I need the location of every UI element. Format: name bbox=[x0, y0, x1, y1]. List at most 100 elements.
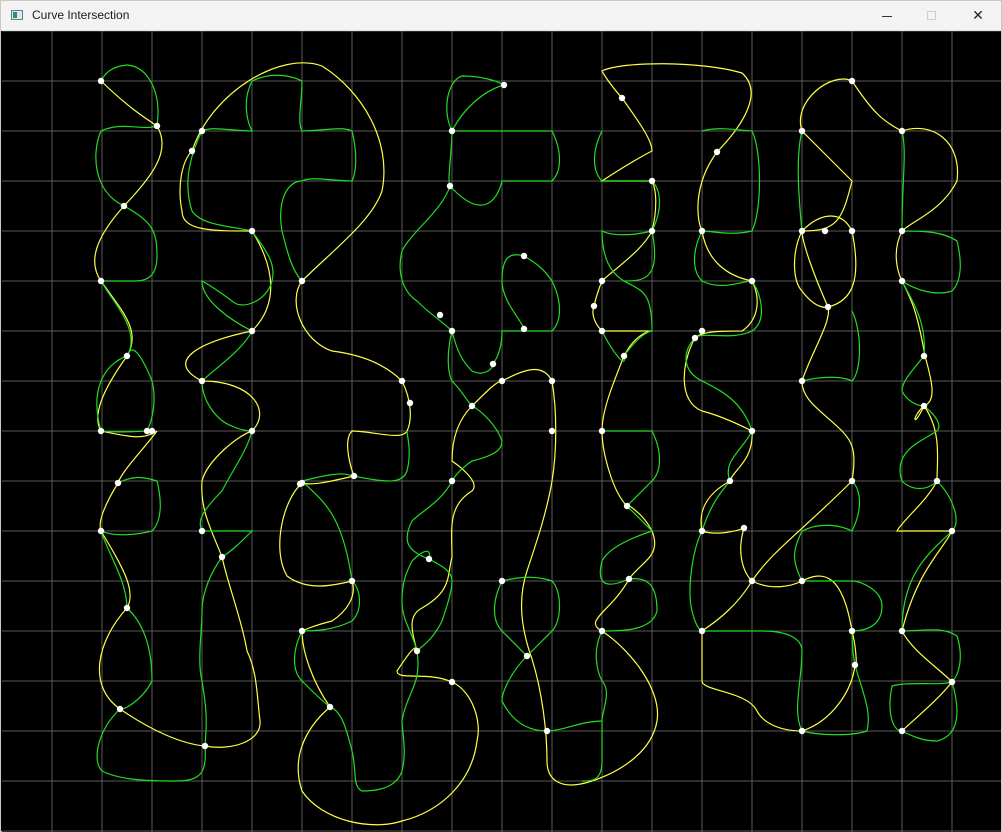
intersection-point bbox=[618, 94, 626, 102]
minimize-icon bbox=[882, 16, 892, 17]
intersection-point bbox=[198, 527, 206, 535]
intersection-point bbox=[201, 742, 209, 750]
intersection-point bbox=[920, 352, 928, 360]
intersection-point bbox=[798, 127, 806, 135]
intersection-point bbox=[898, 127, 906, 135]
intersection-point bbox=[848, 227, 856, 235]
intersection-point bbox=[848, 77, 856, 85]
curve-b bbox=[95, 64, 961, 792]
intersection-point bbox=[97, 77, 105, 85]
intersection-points bbox=[97, 77, 956, 750]
intersection-point bbox=[821, 227, 829, 235]
intersection-point bbox=[448, 678, 456, 686]
intersection-point bbox=[598, 327, 606, 335]
intersection-point bbox=[698, 227, 706, 235]
close-button[interactable]: ✕ bbox=[955, 1, 1001, 31]
curve-a bbox=[94, 62, 959, 826]
app-window: Curve Intersection ✕ bbox=[0, 0, 1002, 832]
intersection-point bbox=[798, 577, 806, 585]
intersection-point bbox=[498, 577, 506, 585]
intersection-point bbox=[798, 227, 806, 235]
intersection-point bbox=[188, 147, 196, 155]
intersection-point bbox=[698, 527, 706, 535]
intersection-point bbox=[698, 327, 706, 335]
intersection-point bbox=[97, 527, 105, 535]
intersection-point bbox=[620, 352, 628, 360]
intersection-point bbox=[598, 277, 606, 285]
window-title: Curve Intersection bbox=[32, 8, 130, 22]
intersection-point bbox=[123, 604, 131, 612]
intersection-point bbox=[97, 277, 105, 285]
intersection-point bbox=[97, 427, 105, 435]
intersection-point bbox=[326, 703, 334, 711]
maximize-button[interactable] bbox=[909, 1, 955, 31]
intersection-point bbox=[748, 277, 756, 285]
intersection-point bbox=[798, 377, 806, 385]
intersection-point bbox=[920, 402, 928, 410]
close-icon: ✕ bbox=[972, 8, 984, 24]
intersection-point bbox=[523, 652, 531, 660]
intersection-point bbox=[298, 277, 306, 285]
intersection-point bbox=[198, 377, 206, 385]
intersection-point bbox=[933, 477, 941, 485]
intersection-point bbox=[406, 399, 414, 407]
intersection-point bbox=[598, 627, 606, 635]
intersection-point bbox=[625, 575, 633, 583]
intersection-point bbox=[500, 81, 508, 89]
maximize-icon bbox=[927, 11, 936, 20]
intersection-point bbox=[824, 303, 832, 311]
intersection-point bbox=[448, 477, 456, 485]
intersection-point bbox=[648, 227, 656, 235]
intersection-point bbox=[398, 377, 406, 385]
curve-a-path bbox=[94, 62, 959, 826]
intersection-point bbox=[748, 577, 756, 585]
intersection-point bbox=[114, 479, 122, 487]
minimize-button[interactable] bbox=[863, 1, 909, 31]
intersection-point bbox=[898, 627, 906, 635]
intersection-point bbox=[446, 182, 454, 190]
intersection-point bbox=[425, 555, 433, 563]
intersection-point bbox=[248, 327, 256, 335]
intersection-point bbox=[698, 627, 706, 635]
drawing-canvas[interactable] bbox=[2, 31, 1001, 832]
intersection-point bbox=[851, 661, 859, 669]
intersection-point bbox=[726, 477, 734, 485]
intersection-point bbox=[948, 678, 956, 686]
intersection-point bbox=[123, 352, 131, 360]
intersection-point bbox=[468, 402, 476, 410]
intersection-point bbox=[116, 705, 124, 713]
intersection-point bbox=[898, 227, 906, 235]
curve-canvas-svg[interactable] bbox=[2, 31, 1001, 832]
curve-b-path bbox=[95, 64, 961, 792]
intersection-point bbox=[153, 122, 161, 130]
app-icon bbox=[11, 10, 23, 20]
intersection-point bbox=[120, 202, 128, 210]
intersection-point bbox=[248, 227, 256, 235]
intersection-point bbox=[948, 527, 956, 535]
intersection-point bbox=[898, 727, 906, 735]
intersection-point bbox=[198, 127, 206, 135]
title-bar[interactable]: Curve Intersection ✕ bbox=[1, 1, 1001, 31]
intersection-point bbox=[413, 647, 421, 655]
intersection-point bbox=[898, 277, 906, 285]
intersection-point bbox=[691, 334, 699, 342]
intersection-point bbox=[520, 252, 528, 260]
intersection-point bbox=[448, 327, 456, 335]
intersection-point bbox=[543, 727, 551, 735]
intersection-point bbox=[218, 553, 226, 561]
intersection-point bbox=[590, 302, 598, 310]
intersection-point bbox=[498, 377, 506, 385]
intersection-point bbox=[296, 480, 304, 488]
intersection-point bbox=[520, 325, 528, 333]
intersection-point bbox=[713, 148, 721, 156]
intersection-point bbox=[489, 360, 497, 368]
intersection-point bbox=[623, 502, 631, 510]
intersection-point bbox=[648, 177, 656, 185]
intersection-point bbox=[298, 627, 306, 635]
intersection-point bbox=[548, 377, 556, 385]
intersection-point bbox=[148, 427, 156, 435]
intersection-point bbox=[848, 627, 856, 635]
intersection-point bbox=[348, 577, 356, 585]
intersection-point bbox=[740, 524, 748, 532]
intersection-point bbox=[350, 472, 358, 480]
